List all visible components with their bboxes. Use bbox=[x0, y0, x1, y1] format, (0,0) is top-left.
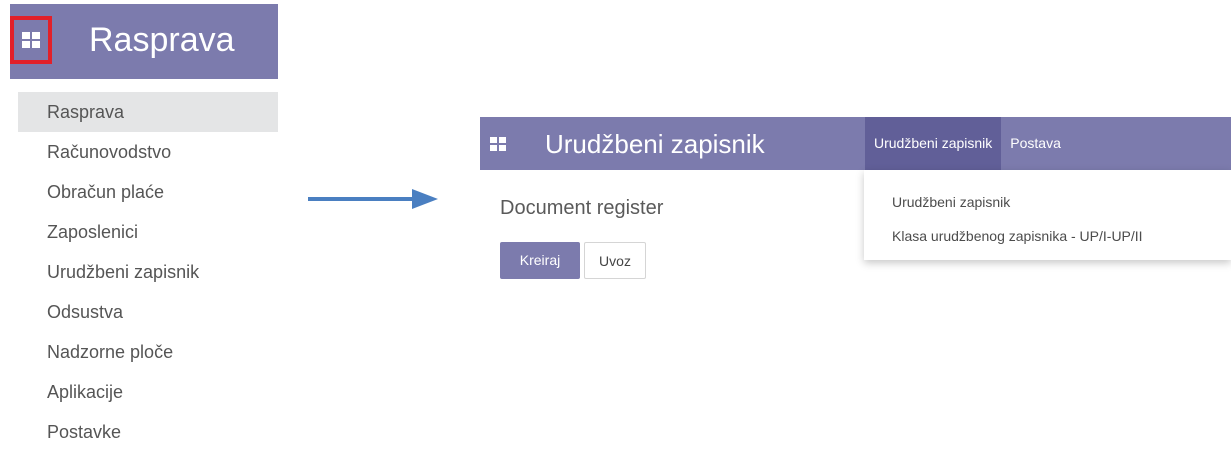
app-menu-item-nadzorne-ploce[interactable]: Nadzorne ploče bbox=[18, 332, 278, 372]
page-title: Document register bbox=[500, 197, 664, 219]
top-navbar: Urudžbeni zapisnik Urudžbeni zapisnik Po… bbox=[480, 117, 1231, 170]
app-menu-item-urudzbeni-zapisnik[interactable]: Urudžbeni zapisnik bbox=[18, 252, 278, 292]
left-app-title: Rasprava bbox=[89, 21, 235, 59]
app-menu-item-obracun-place[interactable]: Obračun plaće bbox=[18, 172, 278, 212]
arrow-right-icon bbox=[308, 189, 438, 209]
dropdown-item-klasa[interactable]: Klasa urudžbenog zapisnika - UP/I-UP/II bbox=[892, 228, 1143, 244]
top-menu-urudzbeni-zapisnik[interactable]: Urudžbeni zapisnik bbox=[865, 117, 1002, 170]
top-menu: Urudžbeni zapisnik Postava bbox=[865, 117, 1070, 170]
app-title: Urudžbeni zapisnik bbox=[545, 129, 765, 159]
left-app-header: Rasprava bbox=[10, 4, 278, 79]
app-menu-item-odsustva[interactable]: Odsustva bbox=[18, 292, 278, 332]
app-menu-item-postavke[interactable]: Postavke bbox=[18, 412, 278, 452]
apps-menu-button[interactable] bbox=[10, 16, 52, 64]
dropdown-item-urudzbeni-zapisnik[interactable]: Urudžbeni zapisnik bbox=[892, 194, 1010, 210]
import-button[interactable]: Uvoz bbox=[584, 242, 646, 279]
app-menu-item-aplikacije[interactable]: Aplikacije bbox=[18, 372, 278, 412]
grid-icon[interactable] bbox=[490, 137, 506, 151]
app-menu-item-rasprava[interactable]: Rasprava bbox=[18, 92, 278, 132]
dropdown-menu: Urudžbeni zapisnik Klasa urudžbenog zapi… bbox=[864, 170, 1231, 260]
app-menu-item-racunovodstvo[interactable]: Računovodstvo bbox=[18, 132, 278, 172]
create-button[interactable]: Kreiraj bbox=[500, 242, 580, 279]
top-menu-postava[interactable]: Postava bbox=[1001, 117, 1070, 170]
grid-icon bbox=[22, 32, 40, 48]
app-menu: Rasprava Računovodstvo Obračun plaće Zap… bbox=[18, 92, 278, 452]
app-menu-item-zaposlenici[interactable]: Zaposlenici bbox=[18, 212, 278, 252]
